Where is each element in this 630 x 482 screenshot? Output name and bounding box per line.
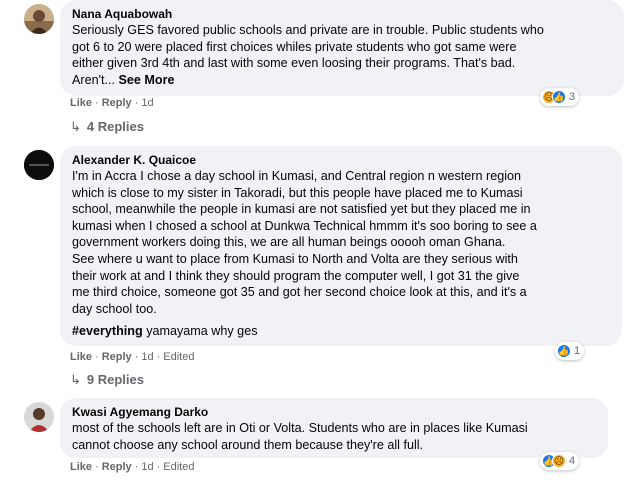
comment-actions: Like · Reply · 1d · Edited — [70, 351, 195, 363]
like-icon: 👍 — [552, 90, 566, 104]
avatar[interactable] — [24, 4, 54, 34]
comment-line: school, meanwhile the people in kumasi a… — [72, 202, 531, 217]
comment-bubble: Kwasi Agyemang Darko most of the schools… — [60, 398, 608, 458]
avatar[interactable] — [24, 402, 54, 432]
edited-label: Edited — [163, 351, 195, 363]
comment-line: See where u want to place from Kumasi to… — [72, 251, 518, 266]
see-more-link[interactable]: See More — [119, 73, 175, 87]
comment-line-text: Aren't... — [72, 72, 116, 87]
comment-line: kumasi when I chosed a school at Dunkwa … — [72, 218, 537, 233]
comment-line: Seriously GES favored public schools and… — [72, 23, 544, 37]
replies-label: 9 Replies — [86, 372, 144, 387]
timestamp[interactable]: 1d — [141, 461, 153, 473]
comment-line: their work at and I think they should pr… — [72, 268, 520, 283]
avatar[interactable] — [24, 150, 54, 180]
reaction-summary[interactable]: 👍 1 — [555, 342, 585, 360]
comment-actions: Like · Reply · 1d — [70, 97, 154, 109]
like-icon: 👍 — [557, 344, 571, 358]
comment-line: I'm in Accra I chose a day school in Kum… — [72, 169, 522, 183]
reaction-summary[interactable]: ☹ 👍 3 — [540, 88, 580, 106]
comment-author[interactable]: Nana Aquabowah — [72, 6, 612, 22]
comment-line: day school too. — [72, 301, 157, 316]
reply-arrow-icon: ↳ — [70, 372, 81, 387]
view-replies-button[interactable]: ↳ 4 Replies — [70, 119, 144, 135]
like-button[interactable]: Like — [70, 97, 92, 109]
comment-line: me third choice, someone got 35 and got … — [72, 285, 527, 300]
reply-button[interactable]: Reply — [102, 461, 132, 473]
comment-line-text: yamayama why ges — [142, 324, 258, 339]
edited-label: Edited — [163, 461, 195, 473]
like-button[interactable]: Like — [70, 461, 92, 473]
hashtag-link[interactable]: #everything — [72, 324, 143, 338]
reaction-summary[interactable]: 👍 ☹ 4 — [540, 452, 580, 470]
comment-line: government workers doing this, we are al… — [72, 235, 506, 250]
comment-line: #everything yamayama why ges — [72, 323, 610, 340]
view-replies-button[interactable]: ↳ 9 Replies — [70, 372, 144, 388]
comment-line: cannot choose any school around them bec… — [72, 437, 424, 452]
like-button[interactable]: Like — [70, 351, 92, 363]
comment-bubble: Nana Aquabowah Seriously GES favored pub… — [60, 0, 624, 96]
comment-actions: Like · Reply · 1d · Edited — [70, 461, 195, 473]
timestamp[interactable]: 1d — [141, 351, 153, 363]
comment-author[interactable]: Kwasi Agyemang Darko — [72, 404, 596, 420]
comment-line: either given 3rd 4th and last with some … — [72, 56, 516, 71]
comment-line: got 6 to 20 were placed first choices wh… — [72, 39, 517, 54]
comment-line: which is close to my sister in Takoradi,… — [72, 185, 523, 200]
comment-bubble: Alexander K. Quaicoe I'm in Accra I chos… — [60, 146, 622, 346]
comment-line: Aren't... See More — [72, 72, 612, 89]
comment-line: most of the schools left are in Oti or V… — [72, 421, 528, 435]
reaction-count: 1 — [574, 345, 581, 357]
timestamp[interactable]: 1d — [141, 97, 153, 109]
sad-icon: ☹ — [552, 454, 566, 468]
reply-button[interactable]: Reply — [102, 97, 132, 109]
comment-author[interactable]: Alexander K. Quaicoe — [72, 152, 610, 168]
reaction-count: 4 — [569, 455, 576, 467]
reply-arrow-icon: ↳ — [70, 119, 81, 134]
replies-label: 4 Replies — [86, 119, 144, 134]
reply-button[interactable]: Reply — [102, 351, 132, 363]
reaction-count: 3 — [569, 91, 576, 103]
